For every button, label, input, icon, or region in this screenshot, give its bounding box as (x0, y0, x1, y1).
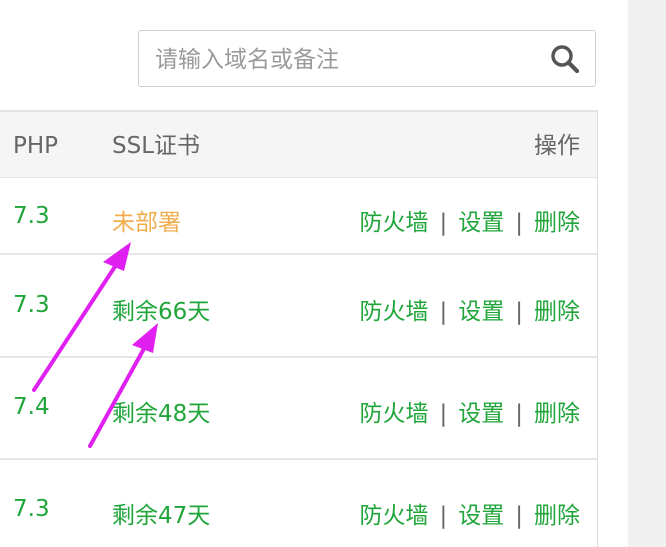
right-panel-edge (628, 0, 666, 547)
delete-link[interactable]: 删除 (534, 210, 580, 236)
php-version: 7.4 (13, 394, 50, 420)
settings-link[interactable]: 设置 (458, 210, 504, 236)
delete-link[interactable]: 删除 (534, 299, 580, 325)
search-icon[interactable] (549, 43, 581, 75)
firewall-link[interactable]: 防火墙 (360, 299, 429, 325)
table-row: 7.3 未部署 防火墙 | 设置 | 删除 (0, 178, 597, 255)
header-ssl: SSL证书 (112, 133, 201, 159)
header-ops: 操作 (534, 133, 580, 159)
separator: | (515, 210, 523, 236)
php-version: 7.3 (13, 496, 50, 522)
settings-link[interactable]: 设置 (458, 401, 504, 427)
ssl-status[interactable]: 未部署 (112, 203, 181, 237)
separator: | (439, 210, 448, 236)
firewall-link[interactable]: 防火墙 (360, 210, 429, 236)
settings-link[interactable]: 设置 (458, 503, 504, 529)
row-actions: 防火墙 | 设置 | 删除 (360, 394, 581, 428)
search-input[interactable] (153, 31, 537, 88)
separator: | (439, 299, 448, 325)
site-list-page: PHP SSL证书 操作 7.3 未部署 防火墙 | 设置 | 删除 7.3 剩余66天… (0, 0, 666, 547)
separator: | (439, 401, 448, 427)
table-header: PHP SSL证书 操作 (0, 110, 597, 178)
ssl-status[interactable]: 剩余48天 (112, 394, 210, 428)
delete-link[interactable]: 删除 (534, 401, 580, 427)
row-actions: 防火墙 | 设置 | 删除 (360, 292, 581, 326)
delete-link[interactable]: 删除 (534, 503, 580, 529)
php-version: 7.3 (13, 203, 50, 229)
site-table: PHP SSL证书 操作 7.3 未部署 防火墙 | 设置 | 删除 7.3 剩余66天… (0, 110, 598, 547)
search-box (138, 30, 596, 88)
settings-link[interactable]: 设置 (458, 299, 504, 325)
firewall-link[interactable]: 防火墙 (360, 503, 429, 529)
php-version: 7.3 (13, 292, 50, 318)
row-actions: 防火墙 | 设置 | 删除 (360, 203, 581, 237)
table-row: 7.3 剩余66天 防火墙 | 设置 | 删除 (0, 255, 597, 358)
separator: | (515, 503, 523, 529)
separator: | (515, 401, 523, 427)
header-php: PHP (13, 133, 59, 159)
table-row: 7.4 剩余48天 防火墙 | 设置 | 删除 (0, 358, 597, 460)
firewall-link[interactable]: 防火墙 (360, 401, 429, 427)
ssl-status[interactable]: 剩余66天 (112, 292, 210, 326)
table-row: 7.3 剩余47天 防火墙 | 设置 | 删除 (0, 460, 597, 547)
separator: | (439, 503, 448, 529)
ssl-status[interactable]: 剩余47天 (112, 496, 210, 530)
row-actions: 防火墙 | 设置 | 删除 (360, 496, 581, 530)
separator: | (515, 299, 523, 325)
